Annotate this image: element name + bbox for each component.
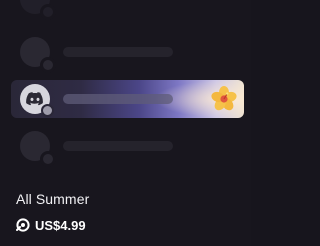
name-placeholder (63, 141, 173, 151)
status-indicator (41, 104, 54, 117)
name-placeholder (63, 94, 173, 104)
price-value: US$4.99 (35, 217, 86, 233)
nameplate-preview (0, 0, 251, 178)
product-price: US$4.99 (16, 216, 86, 234)
hibiscus-flower-icon (211, 86, 237, 111)
placeholder-member-row (20, 37, 232, 73)
product-card[interactable]: All Summer US$4.99 (0, 0, 251, 246)
nameplate-highlight (11, 80, 244, 118)
orb-currency-icon (16, 218, 30, 232)
product-name: All Summer (16, 191, 90, 207)
placeholder-member-row (20, 131, 232, 167)
placeholder-member-row (20, 0, 232, 20)
status-placeholder (40, 151, 56, 167)
name-placeholder (63, 47, 173, 57)
status-placeholder (40, 57, 56, 73)
status-placeholder (40, 4, 56, 20)
